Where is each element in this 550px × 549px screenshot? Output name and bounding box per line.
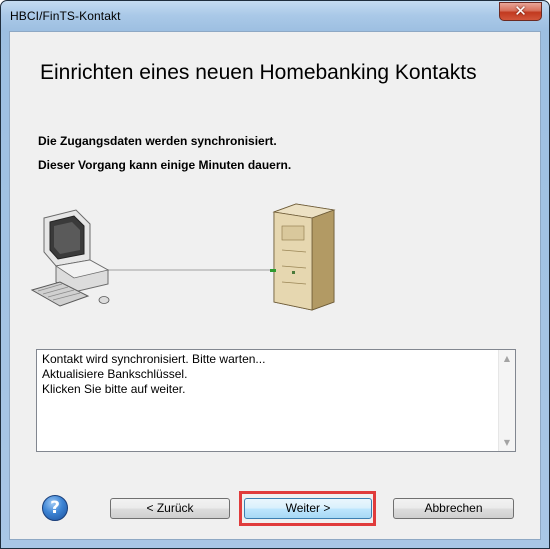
vertical-scrollbar[interactable]: ▲ ▼ — [498, 350, 515, 451]
log-line: Aktualisiere Bankschlüssel. — [42, 367, 188, 381]
dialog-window: HBCI/FinTS-Kontakt ✕ Einrichten eines ne… — [0, 0, 550, 549]
title-bar[interactable]: HBCI/FinTS-Kontakt ✕ — [1, 1, 549, 31]
status-log[interactable]: Kontakt wird synchronisiert. Bitte warte… — [36, 349, 516, 452]
log-lines: Kontakt wird synchronisiert. Bitte warte… — [42, 352, 265, 397]
info-text-duration: Dieser Vorgang kann einige Minuten dauer… — [38, 158, 292, 172]
help-icon[interactable]: ? — [42, 495, 68, 521]
scroll-up-icon[interactable]: ▲ — [499, 350, 515, 367]
computer-icon — [30, 209, 110, 307]
log-line: Kontakt wird synchronisiert. Bitte warte… — [42, 352, 266, 366]
dialog-client-area: Einrichten eines neuen Homebanking Konta… — [9, 31, 541, 540]
close-icon: ✕ — [514, 2, 527, 20]
back-button[interactable]: < Zurück — [110, 498, 230, 519]
page-title: Einrichten eines neuen Homebanking Konta… — [40, 61, 477, 84]
cancel-button[interactable]: Abbrechen — [393, 498, 514, 519]
log-line: Klicken Sie bitte auf weiter. — [42, 382, 186, 396]
connection-illustration — [30, 203, 336, 311]
scroll-down-icon[interactable]: ▼ — [499, 434, 515, 451]
window-title: HBCI/FinTS-Kontakt — [10, 9, 121, 23]
close-button[interactable]: ✕ — [499, 2, 542, 21]
next-button[interactable]: Weiter > — [244, 498, 372, 519]
server-icon — [270, 203, 336, 311]
info-text-sync: Die Zugangsdaten werden synchronisiert. — [38, 134, 277, 148]
